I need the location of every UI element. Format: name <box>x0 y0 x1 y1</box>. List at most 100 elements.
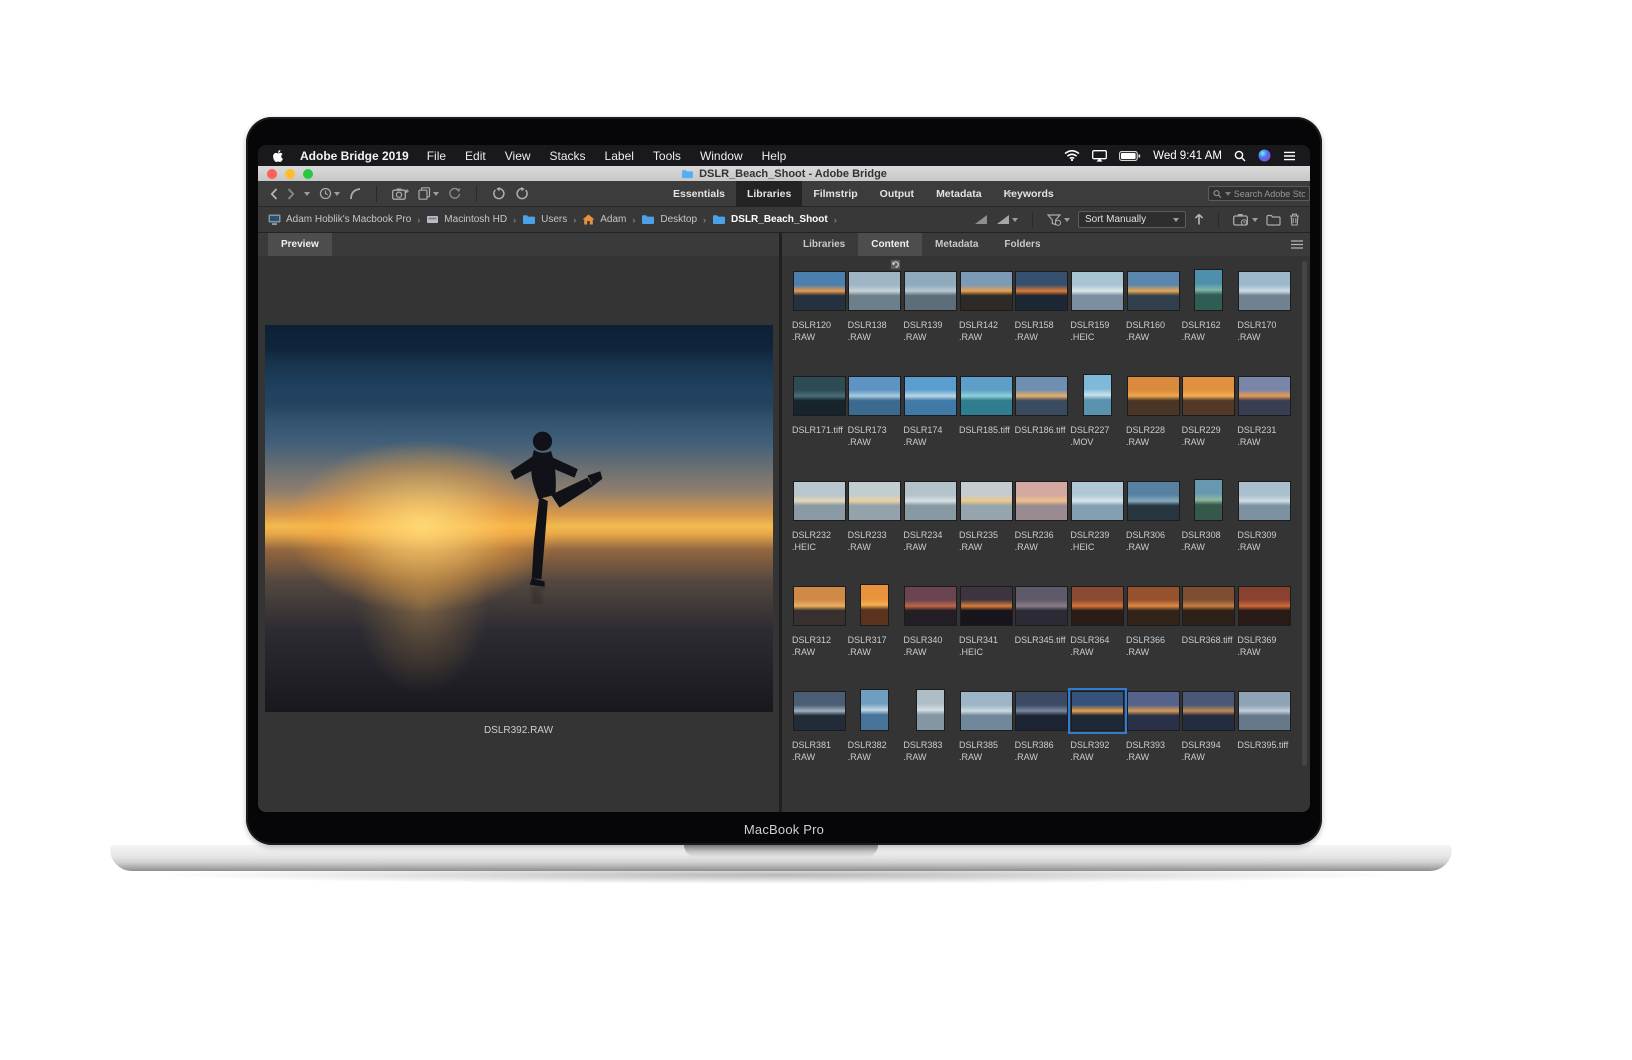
sort-ascending-button[interactable] <box>1194 213 1204 226</box>
grid-item[interactable]: DSLR308 .RAW <box>1181 470 1237 575</box>
grid-item[interactable]: DSLR158 .RAW <box>1014 260 1070 365</box>
thumbnail-image[interactable] <box>960 377 1012 415</box>
grid-item[interactable]: DSLR239 .HEIC <box>1069 470 1125 575</box>
thumbnail-image[interactable] <box>861 585 889 625</box>
thumbnail-image[interactable] <box>1239 692 1291 730</box>
grid-item[interactable]: DSLR120 .RAW <box>791 260 847 365</box>
grid-item[interactable]: DSLR236 .RAW <box>1014 470 1070 575</box>
grid-item[interactable]: DSLR309 .RAW <box>1236 470 1292 575</box>
grid-item[interactable]: DSLR317 .RAW <box>847 575 903 680</box>
grid-item[interactable]: DSLR395.tiff <box>1236 680 1292 785</box>
back-button[interactable] <box>270 187 278 200</box>
breadcrumb-item[interactable]: Macintosh HD <box>426 214 507 225</box>
navigation-dropdown-icon[interactable] <box>304 191 310 196</box>
grid-item[interactable]: DSLR235 .RAW <box>958 470 1014 575</box>
thumbnail-image[interactable] <box>1127 377 1179 415</box>
menu-bar-clock[interactable]: Wed 9:41 AM <box>1153 150 1222 162</box>
grid-item[interactable]: DSLR232 .HEIC <box>791 470 847 575</box>
filter-quality-icon[interactable] <box>974 214 988 225</box>
grid-item[interactable]: DSLR234 .RAW <box>902 470 958 575</box>
menu-view[interactable]: View <box>505 149 531 163</box>
grid-item[interactable]: DSLR160 .RAW <box>1125 260 1181 365</box>
grid-item[interactable]: DSLR368.tiff <box>1181 575 1237 680</box>
grid-item[interactable]: DSLR173 .RAW <box>847 365 903 470</box>
active-app-name[interactable]: Adobe Bridge 2019 <box>300 149 409 163</box>
grid-item[interactable]: DSLR385 .RAW <box>958 680 1014 785</box>
grid-item[interactable]: DSLR366 .RAW <box>1125 575 1181 680</box>
workspace-tab-filmstrip[interactable]: Filmstrip <box>802 181 868 207</box>
rotate-right-button[interactable] <box>515 186 529 201</box>
thumbnail-image[interactable] <box>1084 375 1112 415</box>
adobe-stock-search-input[interactable]: Search Adobe Stock <box>1208 186 1310 201</box>
tab-libraries[interactable]: Libraries <box>790 233 858 256</box>
thumbnail-image[interactable] <box>1127 272 1179 310</box>
grid-item[interactable]: DSLR382 .RAW <box>847 680 903 785</box>
apple-menu-icon[interactable] <box>272 149 284 163</box>
airplay-display-icon[interactable] <box>1092 149 1108 162</box>
workspace-more-icon[interactable] <box>1006 192 1012 196</box>
grid-item[interactable]: DSLR139 .RAW <box>902 260 958 365</box>
thumbnail-image[interactable] <box>1183 377 1235 415</box>
thumbnail-image[interactable] <box>905 272 957 310</box>
grid-item[interactable]: DSLR393 .RAW <box>1125 680 1181 785</box>
spotlight-search-icon[interactable] <box>1234 150 1246 162</box>
new-folder-button[interactable] <box>1266 214 1281 226</box>
grid-item[interactable]: DSLR392 .RAW <box>1068 680 1128 785</box>
thumbnail-image[interactable] <box>960 272 1012 310</box>
thumbnail-image[interactable] <box>1195 480 1223 520</box>
thumbnail-image[interactable] <box>1239 587 1291 625</box>
thumbnail-image[interactable] <box>793 692 845 730</box>
grid-item[interactable]: DSLR306 .RAW <box>1125 470 1181 575</box>
thumbnail-image[interactable] <box>861 690 889 730</box>
grid-item[interactable]: DSLR386 .RAW <box>1014 680 1070 785</box>
thumbnail-image[interactable] <box>1239 377 1291 415</box>
workspace-tab-output[interactable]: Output <box>869 181 925 207</box>
thumbnail-image[interactable] <box>793 587 845 625</box>
sort-dropdown[interactable]: Sort Manually <box>1078 211 1186 228</box>
grid-item[interactable]: DSLR341 .HEIC <box>958 575 1014 680</box>
grid-item[interactable]: DSLR229 .RAW <box>1181 365 1237 470</box>
thumbnail-image[interactable] <box>849 377 901 415</box>
workspace-tab-keywords[interactable]: Keywords <box>993 181 1065 207</box>
thumbnail-image[interactable] <box>905 482 957 520</box>
battery-icon[interactable] <box>1119 150 1141 161</box>
thumbnail-image[interactable] <box>1016 587 1068 625</box>
breadcrumb-item[interactable]: Adam <box>582 214 626 225</box>
thumbnail-image[interactable] <box>1072 272 1124 310</box>
grid-item[interactable]: DSLR159 .HEIC <box>1069 260 1125 365</box>
tab-content[interactable]: Content <box>858 233 923 256</box>
grid-item[interactable]: DSLR162 .RAW <box>1181 260 1237 365</box>
grid-item[interactable]: DSLR345.tiff <box>1014 575 1070 680</box>
thumbnail-image[interactable] <box>1068 688 1128 734</box>
get-photos-from-camera-button[interactable] <box>392 188 409 200</box>
thumbnail-image[interactable] <box>1016 692 1068 730</box>
panel-menu-icon[interactable] <box>1291 240 1303 249</box>
menu-file[interactable]: File <box>427 149 446 163</box>
grid-item[interactable]: DSLR383 .RAW <box>902 680 958 785</box>
thumbnail-image[interactable] <box>1072 482 1124 520</box>
thumbnail-image[interactable] <box>1016 482 1068 520</box>
thumbnail-image[interactable] <box>1016 377 1068 415</box>
tab-metadata[interactable]: Metadata <box>922 233 991 256</box>
workspace-tab-essentials[interactable]: Essentials <box>662 181 736 207</box>
grid-item[interactable]: DSLR185.tiff <box>958 365 1014 470</box>
filter-funnel-button[interactable] <box>1047 213 1070 226</box>
grid-item[interactable]: DSLR171.tiff <box>791 365 847 470</box>
grid-item[interactable]: DSLR340 .RAW <box>902 575 958 680</box>
menu-label[interactable]: Label <box>605 149 634 163</box>
thumbnail-image[interactable] <box>905 587 957 625</box>
grid-item[interactable]: DSLR231 .RAW <box>1236 365 1292 470</box>
grid-item[interactable]: DSLR174 .RAW <box>902 365 958 470</box>
thumbnail-image[interactable] <box>849 259 902 310</box>
grid-item[interactable]: DSLR142 .RAW <box>958 260 1014 365</box>
thumbnail-image[interactable] <box>793 272 845 310</box>
thumbnail-image[interactable] <box>1195 270 1223 310</box>
thumbnail-image[interactable] <box>793 482 845 520</box>
thumbnail-image[interactable] <box>1127 482 1179 520</box>
thumbnail-image[interactable] <box>917 690 945 730</box>
grid-item[interactable]: DSLR394 .RAW <box>1181 680 1237 785</box>
notification-center-icon[interactable] <box>1283 151 1296 161</box>
tab-preview[interactable]: Preview <box>268 233 332 256</box>
window-title-bar[interactable]: DSLR_Beach_Shoot - Adobe Bridge <box>258 166 1310 181</box>
batch-rename-button[interactable] <box>418 187 439 200</box>
